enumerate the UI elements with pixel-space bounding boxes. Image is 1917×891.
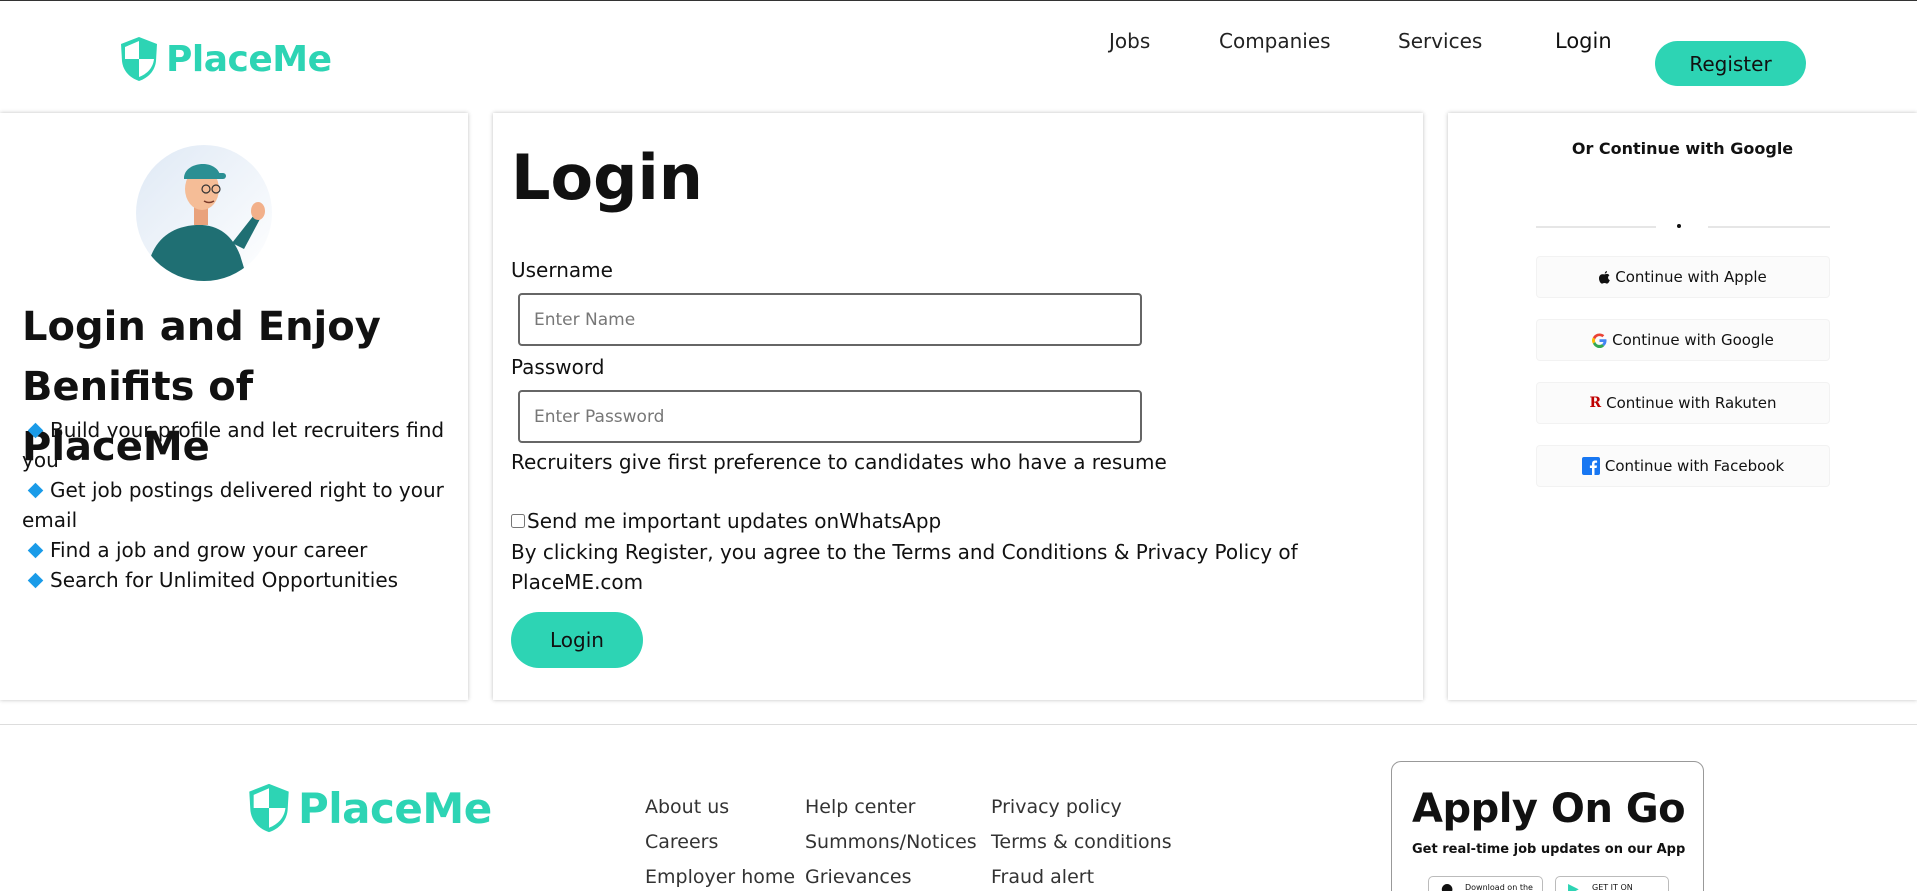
benefit-item: Find a job and grow your career <box>22 535 452 565</box>
brand-name: PlaceMe <box>166 38 332 80</box>
login-panel: Login Username Password Recruiters give … <box>493 113 1423 700</box>
app-card-subtitle: Get real-time job updates on our App <box>1412 842 1686 857</box>
brand-logo[interactable]: PlaceMe <box>118 35 332 83</box>
divider-dot <box>1677 224 1681 228</box>
login-title: Login <box>511 141 703 214</box>
diamond-bullet-icon <box>27 422 44 439</box>
rakuten-icon: R <box>1589 395 1602 411</box>
play-store-icon: ▶ <box>1568 881 1579 891</box>
divider-left <box>1536 226 1656 228</box>
diamond-bullet-icon <box>27 482 44 499</box>
app-download-card: Apply On Go Get real-time job updates on… <box>1391 761 1704 891</box>
apple-icon <box>1599 270 1611 284</box>
whatsapp-label: Send me important updates onWhatsApp <box>527 509 942 533</box>
app-store-apple-icon: ● <box>1441 881 1454 891</box>
site-header: PlaceMe Jobs Companies Services Login Re… <box>0 1 1917 111</box>
rakuten-label: Continue with Rakuten <box>1606 394 1777 412</box>
benefit-item: Search for Unlimited Opportunities <box>22 565 452 595</box>
site-footer: PlaceMe About us Careers Employer home H… <box>0 724 1917 891</box>
app-store-badge[interactable]: ● Download on the <box>1428 876 1543 891</box>
footer-link-summons[interactable]: Summons/Notices <box>805 825 977 860</box>
diamond-bullet-icon <box>27 572 44 589</box>
footer-links-col1: About us Careers Employer home <box>645 790 795 891</box>
whatsapp-checkbox[interactable] <box>511 514 525 528</box>
apple-label: Continue with Apple <box>1615 268 1767 286</box>
footer-link-employer-home[interactable]: Employer home <box>645 860 795 891</box>
nav-companies[interactable]: Companies <box>1219 29 1331 53</box>
username-label: Username <box>511 258 613 282</box>
app-store-text: Download on the <box>1465 883 1533 891</box>
register-button[interactable]: Register <box>1655 41 1806 86</box>
play-store-badge[interactable]: ▶ GET IT ON <box>1555 876 1669 891</box>
password-label: Password <box>511 355 605 379</box>
footer-link-terms[interactable]: Terms & conditions <box>991 825 1172 860</box>
footer-link-fraud-alert[interactable]: Fraud alert <box>991 860 1172 891</box>
nav-services[interactable]: Services <box>1398 29 1482 53</box>
benefit-item: Get job postings delivered right to your… <box>22 478 444 532</box>
avatar-illustration <box>146 163 265 281</box>
whatsapp-updates-row[interactable]: Send me important updates onWhatsApp <box>511 509 941 533</box>
social-heading: Or Continue with Google <box>1571 139 1794 158</box>
waving-person-avatar-icon <box>136 145 272 281</box>
terms-text: By clicking Register, you agree to the T… <box>511 540 1298 594</box>
continue-apple-button[interactable]: Continue with Apple <box>1536 256 1830 298</box>
continue-rakuten-button[interactable]: R Continue with Rakuten <box>1536 382 1830 424</box>
nav-login[interactable]: Login <box>1555 29 1612 53</box>
benefit-item: Build your profile and let recruiters fi… <box>22 418 445 472</box>
footer-links-col2: Help center Summons/Notices Grievances <box>805 790 977 891</box>
shield-logo-icon <box>121 37 157 81</box>
footer-link-help-center[interactable]: Help center <box>805 790 977 825</box>
google-icon <box>1592 332 1607 348</box>
nav-jobs[interactable]: Jobs <box>1109 29 1150 53</box>
footer-brand-logo[interactable]: PlaceMe <box>246 781 492 835</box>
footer-links-col3: Privacy policy Terms & conditions Fraud … <box>991 790 1172 891</box>
facebook-icon <box>1581 457 1600 475</box>
footer-brand-name: PlaceMe <box>298 783 492 833</box>
shield-logo-icon <box>249 783 289 833</box>
diamond-bullet-icon <box>27 542 44 559</box>
footer-link-careers[interactable]: Careers <box>645 825 795 860</box>
footer-link-about[interactable]: About us <box>645 790 795 825</box>
continue-facebook-button[interactable]: Continue with Facebook <box>1536 445 1830 487</box>
benefits-list: Build your profile and let recruiters fi… <box>22 415 452 595</box>
play-store-text: GET IT ON <box>1592 883 1633 891</box>
app-card-title: Apply On Go <box>1412 786 1686 832</box>
google-label: Continue with Google <box>1612 331 1774 349</box>
username-input[interactable] <box>518 293 1142 346</box>
login-button[interactable]: Login <box>511 612 643 668</box>
continue-google-button[interactable]: Continue with Google <box>1536 319 1830 361</box>
footer-link-grievances[interactable]: Grievances <box>805 860 977 891</box>
footer-link-privacy[interactable]: Privacy policy <box>991 790 1172 825</box>
resume-note: Recruiters give first preference to cand… <box>511 450 1167 474</box>
benefits-panel: Login and Enjoy Benifits of PlaceMe Buil… <box>0 113 468 700</box>
password-input[interactable] <box>518 390 1142 443</box>
social-login-panel: Or Continue with Google Continue with Ap… <box>1448 113 1917 700</box>
divider-right <box>1708 226 1830 228</box>
facebook-label: Continue with Facebook <box>1604 457 1785 475</box>
